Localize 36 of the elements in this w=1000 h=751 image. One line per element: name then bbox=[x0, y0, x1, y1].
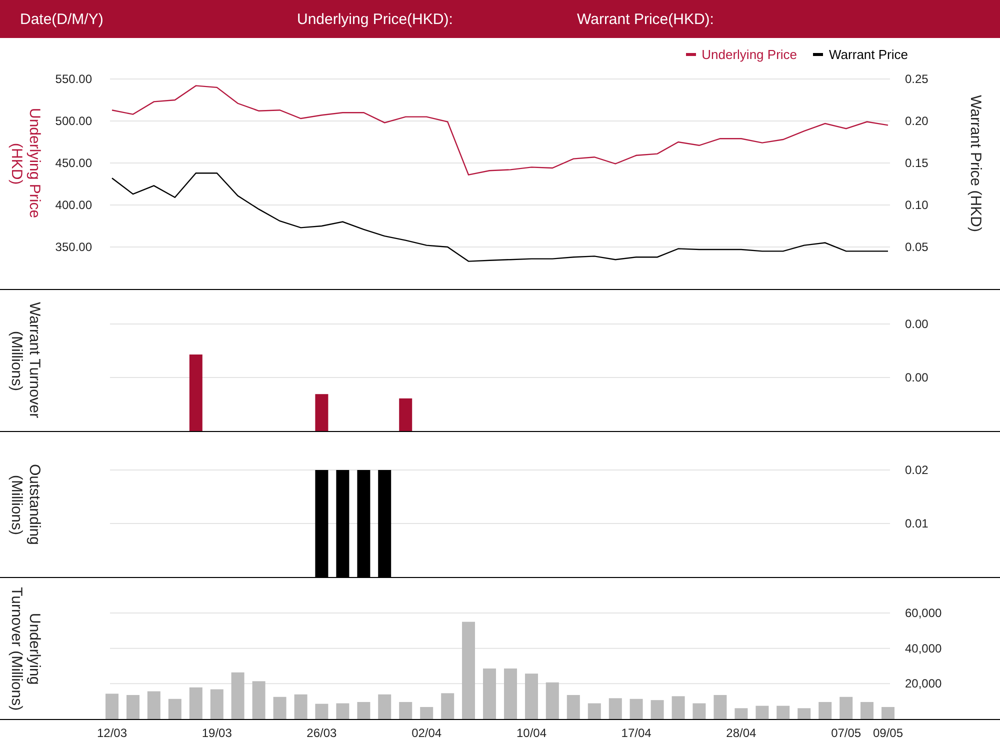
axis-tick-label: 550.00 bbox=[55, 72, 92, 86]
axis-title: Underlying Price (HKD) bbox=[7, 107, 43, 221]
axis-title: Warrant Turnover (Millions) bbox=[7, 301, 43, 421]
axis-tick-label: 0.00 bbox=[905, 370, 928, 384]
header-label: Warrant Price(HKD): bbox=[577, 10, 714, 28]
legend-label: Underlying Price bbox=[702, 47, 798, 62]
axis-tick-label: 40,000 bbox=[905, 641, 942, 656]
axis-tick-label: 07/05 bbox=[831, 726, 862, 740]
axis-tick-label: 28/04 bbox=[726, 726, 756, 740]
axis-tick-label: 26/03 bbox=[306, 726, 337, 740]
axis-tick-label: 20,000 bbox=[905, 676, 942, 691]
axis-tick-label: 350.00 bbox=[55, 240, 92, 254]
axis-tick-label: 0.15 bbox=[905, 156, 928, 170]
axis-tick-label: 450.00 bbox=[55, 156, 92, 170]
axis-tick-label: 12/03 bbox=[96, 726, 128, 740]
legend-label: Warrant Price bbox=[829, 47, 908, 62]
header-label: Date(D/M/Y) bbox=[20, 10, 104, 28]
axis-tick-label: 500.00 bbox=[55, 114, 92, 128]
axis-tick-label: 17/04 bbox=[621, 726, 652, 740]
axis-title: Warrant Price (HKD) bbox=[966, 94, 984, 234]
axis-title: Outstanding (Millions) bbox=[7, 463, 43, 547]
axis-tick-label: 0.25 bbox=[905, 72, 928, 86]
axis-tick-label: 60,000 bbox=[905, 606, 942, 620]
axis-tick-label: 10/04 bbox=[516, 726, 547, 740]
axis-tick-label: 02/04 bbox=[412, 726, 442, 740]
axis-tick-label: 0.01 bbox=[905, 516, 928, 530]
header-label: Underlying Price(HKD): bbox=[297, 10, 454, 28]
axis-tick-label: 09/05 bbox=[872, 726, 904, 740]
axis-tick-label: 0.20 bbox=[905, 114, 928, 128]
axis-tick-label: 400.00 bbox=[55, 198, 92, 212]
axis-tick-label: 0.00 bbox=[905, 317, 928, 331]
axis-tick-label: 0.05 bbox=[905, 240, 928, 254]
axis-title: Underlying Turnover (Millions) bbox=[7, 586, 43, 712]
axis-tick-label: 0.10 bbox=[905, 198, 928, 212]
axis-tick-label: 19/03 bbox=[202, 726, 232, 740]
axis-tick-label: 0.02 bbox=[905, 463, 928, 477]
